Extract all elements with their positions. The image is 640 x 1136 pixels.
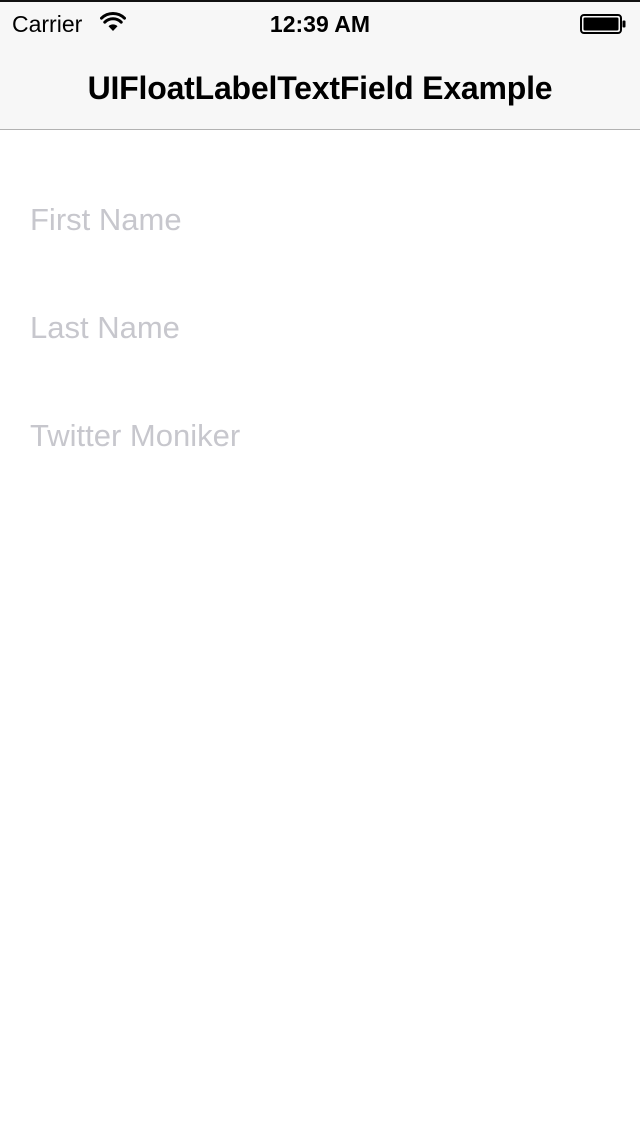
status-time: 12:39 AM <box>269 11 371 37</box>
twitter-moniker-field[interactable] <box>30 408 610 464</box>
app-screen: Carrier 12:39 AM UIFloatLabelTextField E… <box>0 0 640 1136</box>
last-name-field[interactable] <box>30 300 610 356</box>
battery-icon <box>580 14 626 34</box>
status-bar: Carrier 12:39 AM <box>0 2 640 42</box>
top-bar: Carrier 12:39 AM UIFloatLabelTextField E… <box>0 0 640 130</box>
first-name-field[interactable] <box>30 192 610 248</box>
nav-title: UIFloatLabelTextField Example <box>87 70 553 106</box>
